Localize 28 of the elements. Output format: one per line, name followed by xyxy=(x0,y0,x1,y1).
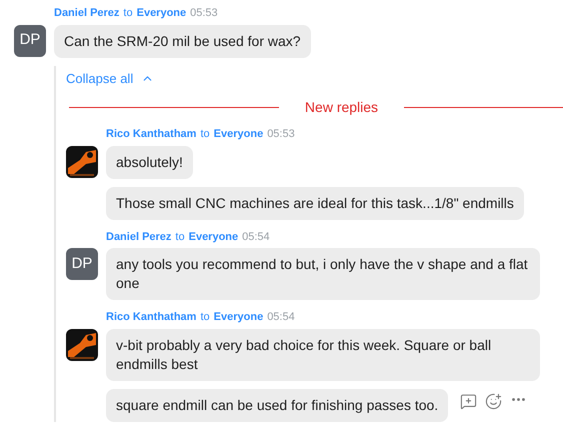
timestamp: 05:53 xyxy=(267,127,295,142)
timestamp: 05:54 xyxy=(242,230,270,244)
recipient-name[interactable]: Everyone xyxy=(188,228,238,245)
sender-name[interactable]: Daniel Perez xyxy=(54,5,120,22)
message-bubble: absolutely! xyxy=(106,146,193,178)
recipient-name[interactable]: Everyone xyxy=(214,309,264,326)
to-label: to xyxy=(123,6,133,21)
message-bubble: any tools you recommend to but, i only have the v shape and a flat one xyxy=(106,248,540,300)
message-bubble: Those small CNC machines are ideal for this task...1/8" endmills xyxy=(106,186,524,220)
timestamp: 05:54 xyxy=(267,310,295,325)
sender-name[interactable]: Rico Kanthatham xyxy=(106,309,196,326)
new-replies-label: New replies xyxy=(304,98,380,117)
to-label: to xyxy=(200,127,210,142)
timestamp: 05:53 xyxy=(190,6,218,21)
sender-name[interactable]: Daniel Perez xyxy=(106,228,172,245)
message-bubble: square endmill can be used for finishing passes too. xyxy=(106,388,448,422)
message-bubble: Can the SRM-20 mil be used for wax? xyxy=(54,24,311,58)
emoji-icon[interactable] xyxy=(485,392,502,410)
reply-icon[interactable] xyxy=(460,392,478,410)
avatar: DP xyxy=(66,248,98,280)
sender-name[interactable]: Rico Kanthatham xyxy=(106,126,196,142)
to-label: to xyxy=(175,230,185,244)
collapse-all-button[interactable]: Collapse all xyxy=(66,68,154,88)
recipient-name[interactable]: Everyone xyxy=(136,5,186,22)
recipient-name[interactable]: Everyone xyxy=(214,126,264,142)
to-label: to xyxy=(200,310,210,325)
message-bubble: v-bit probably a very bad choice for this week. Square or ball endmills best xyxy=(106,328,540,380)
avatar: DP xyxy=(14,24,46,56)
